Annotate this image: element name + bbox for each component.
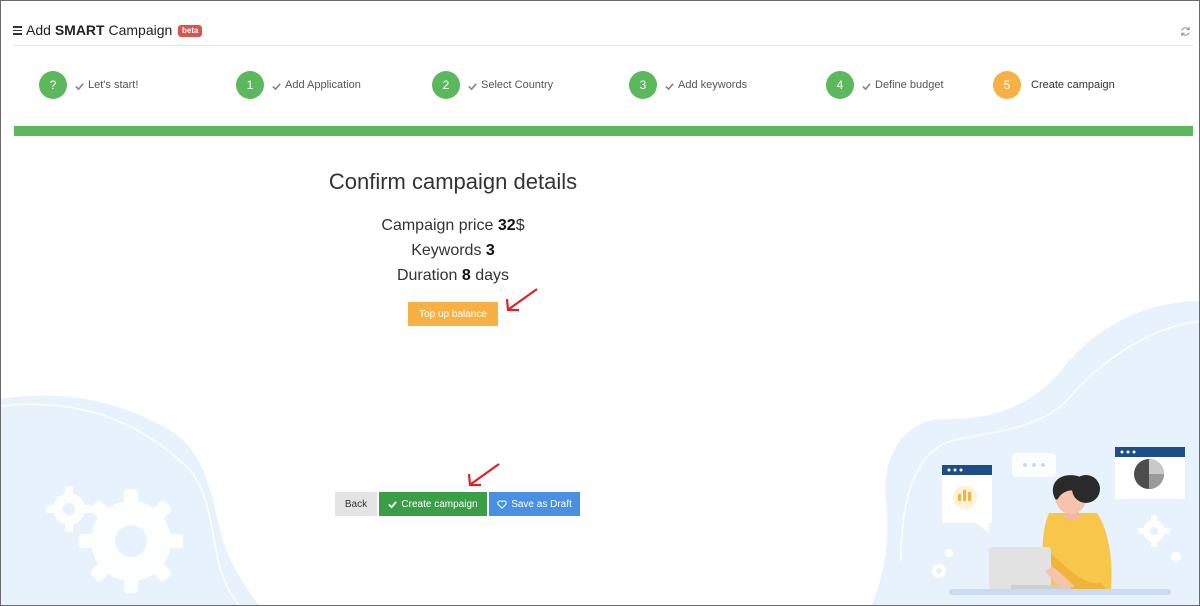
step-label: Define budget	[875, 79, 944, 91]
refresh-icon[interactable]	[1180, 26, 1191, 37]
duration-value: 8	[461, 267, 471, 284]
wizard-progress-bar	[14, 126, 1193, 136]
check-icon	[862, 83, 871, 91]
step-select-country[interactable]: 2 Select Country	[432, 71, 592, 101]
step-define-budget[interactable]: 4 Define budget	[826, 71, 986, 101]
back-button[interactable]: Back	[335, 492, 377, 516]
app-window: Add SMART Campaign beta ? Let's start! 1…	[0, 0, 1200, 606]
step-marker: 2	[432, 71, 460, 99]
create-campaign-label: Create campaign	[401, 498, 478, 510]
page-title: Add SMART Campaign	[26, 22, 173, 38]
pie-card-icon	[1115, 447, 1185, 499]
hamburger-menu-icon[interactable]	[13, 25, 23, 35]
annotation-arrow-icon	[505, 288, 538, 312]
step-add-application[interactable]: 1 Add Application	[236, 71, 396, 101]
step-marker: 5	[993, 71, 1021, 99]
campaign-price-value: 32	[497, 217, 516, 234]
step-marker: 3	[629, 71, 657, 99]
check-icon	[272, 83, 281, 91]
save-as-draft-label: Save as Draft	[511, 498, 572, 510]
chat-bubble-icon	[1012, 453, 1056, 477]
step-marker: 4	[826, 71, 854, 99]
step-create-campaign[interactable]: 5 Create campaign	[993, 71, 1153, 101]
check-icon	[665, 83, 674, 91]
save-as-draft-button[interactable]: Save as Draft	[489, 492, 580, 516]
annotation-arrow-icon	[467, 463, 500, 487]
keywords-line: Keywords 3	[411, 242, 495, 259]
step-label: Create campaign	[1031, 79, 1115, 91]
check-icon	[75, 83, 84, 91]
page-header: Add SMART Campaign beta	[13, 22, 1193, 46]
step-lets-start[interactable]: ? Let's start!	[39, 71, 179, 101]
duration-line: Duration 8 days	[396, 267, 510, 284]
keywords-value: 3	[485, 242, 495, 259]
beta-badge: beta	[178, 25, 203, 37]
step-add-keywords[interactable]: 3 Add keywords	[629, 71, 789, 101]
check-icon	[388, 500, 398, 509]
step-label: Let's start!	[88, 79, 139, 91]
top-up-balance-button[interactable]: Top up balance	[408, 302, 498, 326]
step-label: Select Country	[481, 79, 554, 91]
create-campaign-button[interactable]: Create campaign	[379, 492, 487, 516]
campaign-price-line: Campaign price 32$	[381, 217, 525, 234]
step-label: Add Application	[285, 79, 361, 91]
check-icon	[468, 83, 477, 91]
heart-icon	[497, 499, 507, 509]
step-marker: ?	[39, 71, 67, 99]
confirm-title: Confirm campaign details	[328, 169, 578, 194]
chart-card-icon	[942, 465, 992, 533]
step-label: Add keywords	[678, 79, 748, 91]
step-marker: 1	[236, 71, 264, 99]
